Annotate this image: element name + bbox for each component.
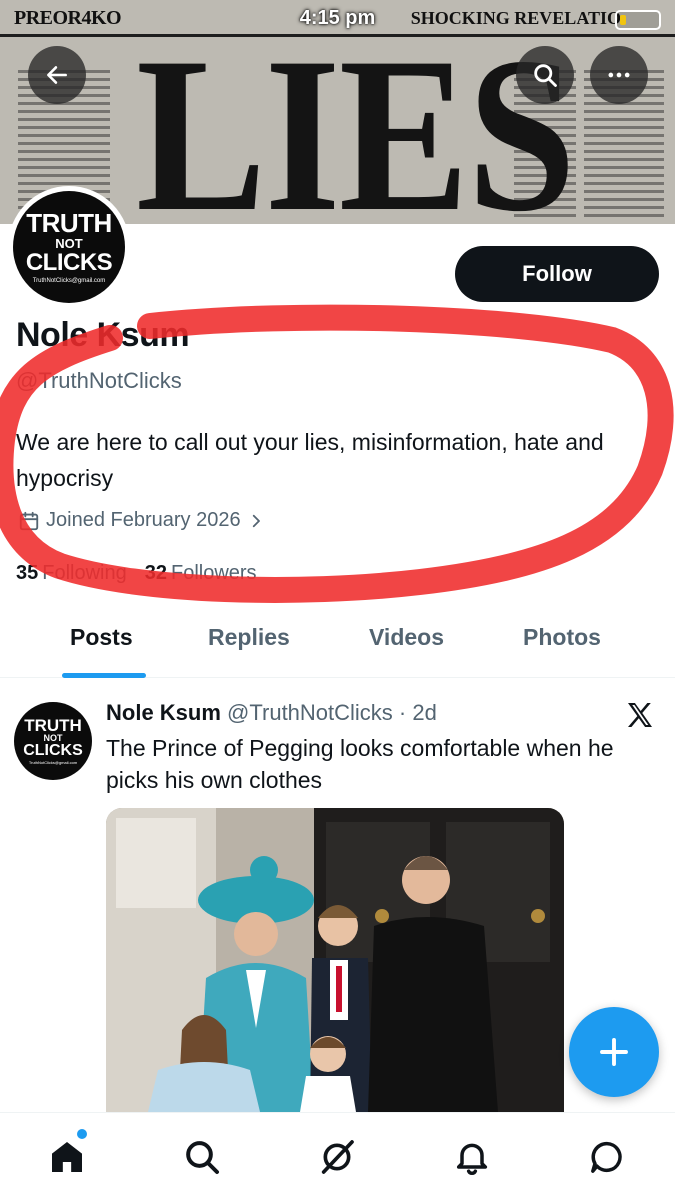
followers-count: 32 [144,562,167,584]
active-tab-indicator [62,673,146,678]
compose-button[interactable] [569,1007,659,1097]
calendar-icon [19,511,39,530]
battery-icon [615,10,661,30]
post-avatar-text-clicks: CLICKS [23,742,83,759]
following-link[interactable]: 35 Following [16,562,127,585]
post-avatar-text-email: TruthNotClicks@gmail.com [28,760,78,765]
nav-search[interactable] [180,1135,224,1179]
nav-home[interactable] [45,1135,89,1179]
post-avatar-text-truth: TRUTH [24,716,82,735]
back-arrow-icon [47,66,67,84]
search-icon [534,64,557,87]
chevron-right-icon [252,514,260,527]
profile-tabs: Posts Replies Videos Photos [0,606,675,678]
post-header: Nole Ksum @TruthNotClicks · 2d [106,700,437,726]
banner-headline: LIES [136,12,576,224]
tab-photos[interactable]: Photos [523,624,601,651]
back-button[interactable] [28,46,86,104]
plus-icon [600,1038,628,1066]
nav-grok[interactable] [315,1135,359,1179]
post-photo-illustration [106,808,564,1112]
follow-button[interactable]: Follow [455,246,659,302]
profile-display-name: Nole Ksum [16,316,190,354]
profile-handle: @TruthNotClicks [16,368,182,393]
avatar-text-clicks: CLICKS [25,249,113,276]
profile-bio: We are here to call out your lies, misin… [16,429,604,491]
avatar-text-email: TruthNotClicks@gmail.com [32,278,106,284]
tab-replies[interactable]: Replies [208,624,290,651]
search-button[interactable] [516,46,574,104]
home-icon [52,1142,82,1172]
more-button[interactable] [590,46,648,104]
profile-avatar[interactable]: TRUTH NOT CLICKS TruthNotClicks@gmail.co… [8,186,130,308]
tab-videos[interactable]: Videos [369,624,444,651]
grok-icon [321,1140,354,1174]
avatar-logo: TRUTH NOT CLICKS TruthNotClicks@gmail.co… [13,191,125,303]
post-text: The Prince of Pegging looks comfortable … [106,735,614,793]
x-logo-icon [628,703,652,727]
avatar-text-truth: TRUTH [26,208,112,238]
search-icon [186,1141,219,1174]
post-author[interactable]: Nole Ksum [106,700,221,725]
following-count: 35 [16,562,39,584]
nav-messages[interactable] [585,1135,629,1179]
status-right-text: SHOCKING REVELATIO [410,8,621,28]
joined-text: Joined February 2026 [46,509,241,531]
post-photo[interactable] [106,808,564,1112]
profile-stats: 35 Following 32 Followers [16,562,257,585]
post-handle-time: @TruthNotClicks · 2d [227,700,437,725]
bell-icon [456,1143,488,1176]
message-icon [591,1141,622,1173]
more-icon [608,72,630,78]
home-notification-dot [77,1129,87,1139]
post-avatar[interactable]: TRUTH NOT CLICKS TruthNotClicks@gmail.co… [14,702,92,780]
status-bar: PREOR4KO 4:15 pm SHOCKING REVELATIO [0,0,675,36]
followers-link[interactable]: 32 Followers [145,562,257,585]
nav-notifications[interactable] [450,1135,494,1179]
followers-label: Followers [170,562,257,584]
following-label: Following [42,562,127,584]
bottom-navigation [0,1112,675,1200]
tab-posts[interactable]: Posts [70,624,133,651]
joined-date[interactable]: Joined February 2026 [18,509,265,532]
